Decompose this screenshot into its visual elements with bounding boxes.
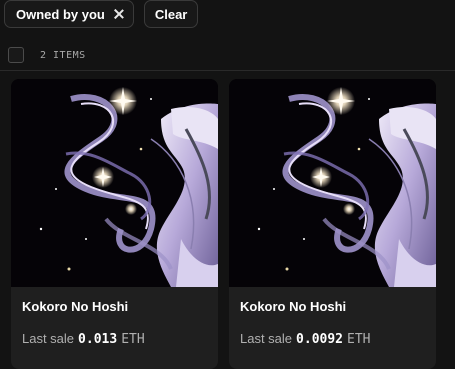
currency-label: ETH bbox=[347, 332, 371, 347]
close-icon[interactable] bbox=[114, 9, 124, 19]
item-count: 2 ITEMS bbox=[40, 49, 86, 61]
clear-label: Clear bbox=[154, 6, 188, 22]
last-sale-price: 0.013 bbox=[78, 332, 118, 347]
currency-label: ETH bbox=[121, 332, 145, 347]
card-title: Kokoro No Hoshi bbox=[240, 299, 347, 314]
clear-filters-button[interactable]: Clear bbox=[143, 0, 199, 28]
owned-by-you-filter-chip[interactable]: Owned by you bbox=[4, 0, 134, 28]
last-sale-label: Last sale bbox=[240, 331, 293, 346]
last-sale: Last sale 0.0092 ETH bbox=[240, 331, 371, 347]
select-all-checkbox[interactable] bbox=[8, 47, 24, 63]
owned-chip-label: Owned by you bbox=[16, 6, 105, 22]
nft-artwork bbox=[229, 79, 436, 287]
last-sale: Last sale 0.013 ETH bbox=[22, 331, 145, 347]
nft-card[interactable]: Kokoro No Hoshi Last sale 0.0092 ETH bbox=[229, 79, 436, 369]
nft-artwork bbox=[11, 79, 218, 287]
divider bbox=[0, 70, 455, 71]
last-sale-label: Last sale bbox=[22, 331, 75, 346]
nft-card[interactable]: Kokoro No Hoshi Last sale 0.013 ETH bbox=[11, 79, 218, 369]
last-sale-price: 0.0092 bbox=[296, 332, 344, 347]
filter-bar: Owned by you Clear bbox=[4, 0, 199, 28]
results-toolbar: 2 ITEMS bbox=[8, 47, 86, 63]
card-title: Kokoro No Hoshi bbox=[22, 299, 129, 314]
